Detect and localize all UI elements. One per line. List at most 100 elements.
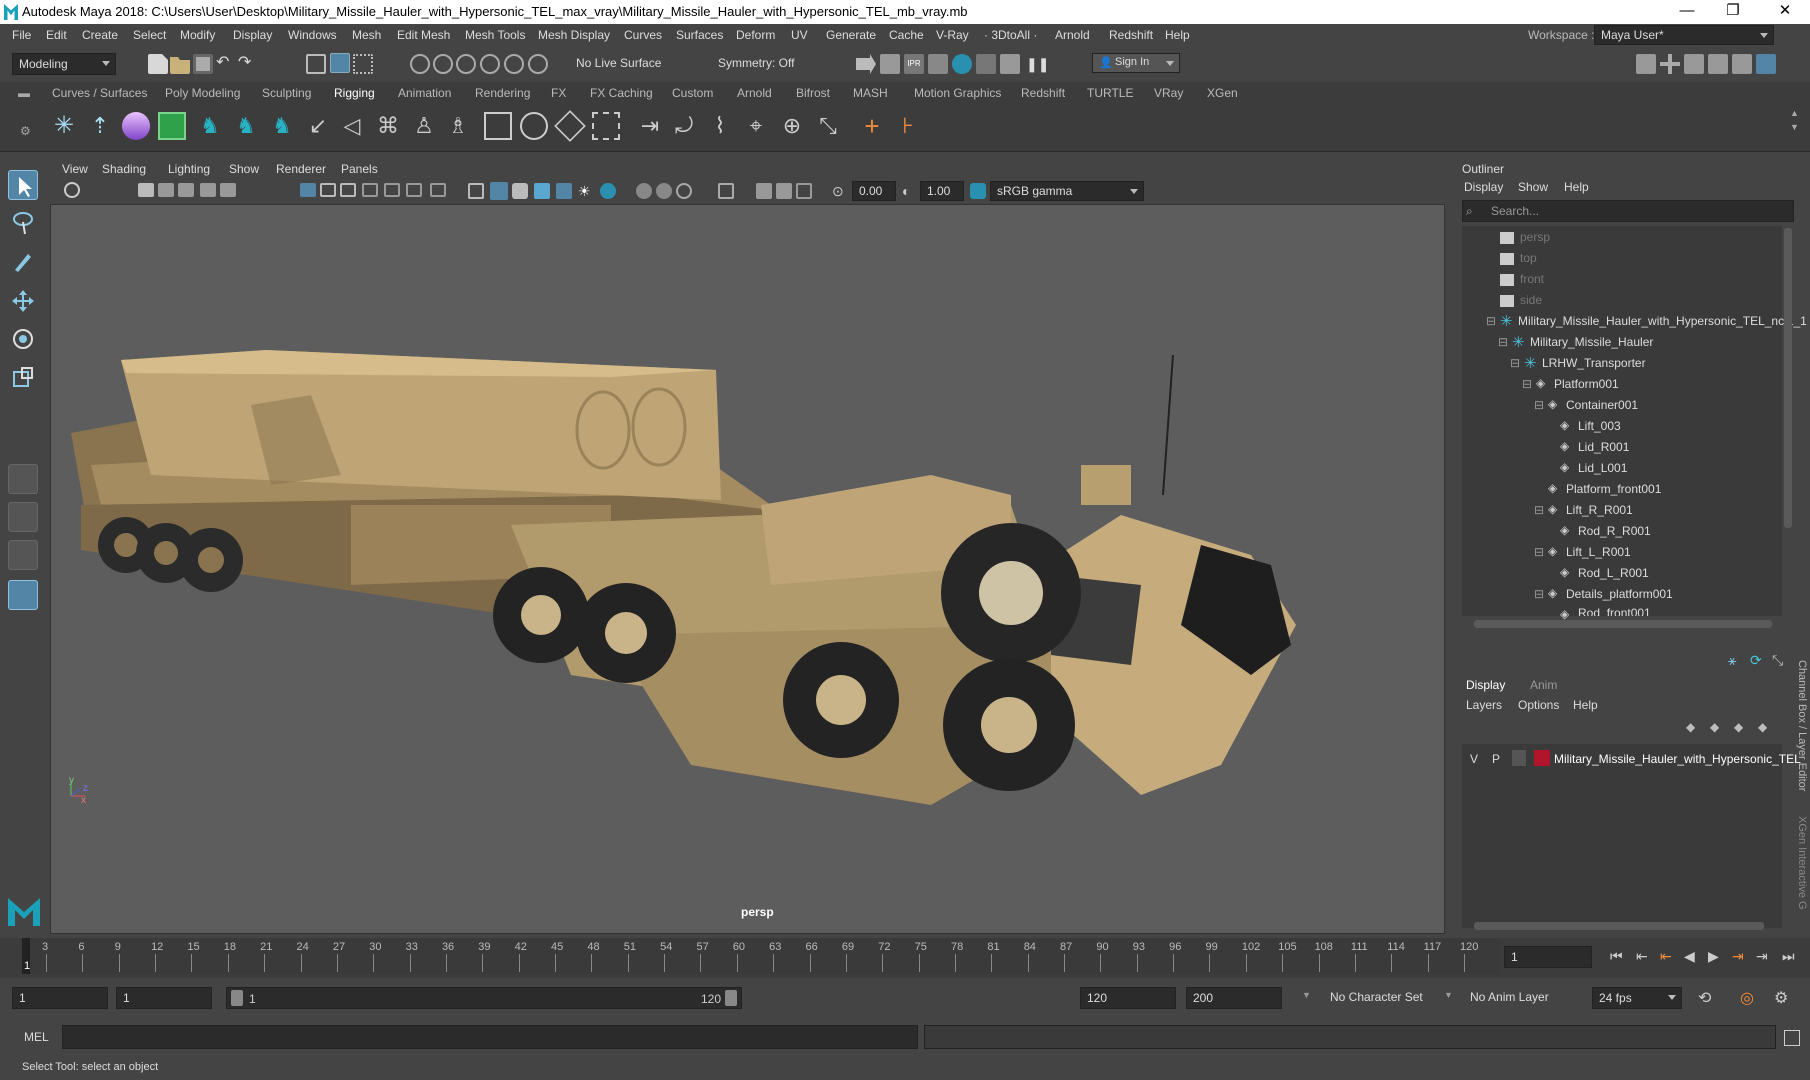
safe-action-icon[interactable]	[406, 183, 422, 197]
vp-menu-show[interactable]: Show	[229, 162, 259, 176]
character-set-chevron-icon[interactable]: ▼	[1302, 990, 1311, 1000]
shade-wireframe-icon[interactable]	[512, 183, 528, 199]
skin-bind-icon[interactable]	[122, 112, 150, 140]
lattice-icon[interactable]: ◁	[338, 112, 366, 140]
render-sequence-icon[interactable]	[880, 54, 900, 74]
play-backward-icon[interactable]: ◀	[1684, 948, 1695, 965]
constraint-parent-icon[interactable]	[592, 112, 620, 140]
tab-animation[interactable]: Animation	[398, 86, 451, 100]
hik-icon[interactable]: ♞	[196, 112, 224, 140]
constraint-point-icon[interactable]	[484, 112, 512, 140]
wire-icon[interactable]: ⌘	[374, 112, 402, 140]
camera-attributes-icon[interactable]	[64, 182, 80, 198]
outliner-item-lift-003[interactable]: Lift_003	[1578, 419, 1621, 433]
2d-pan-zoom-icon[interactable]	[200, 183, 216, 197]
animation-end-field[interactable]: 200	[1186, 987, 1282, 1009]
scale-tool-icon[interactable]	[8, 362, 38, 392]
joint-tool-icon[interactable]: ✳	[50, 112, 78, 140]
tab-custom[interactable]: Custom	[672, 86, 713, 100]
current-frame-field[interactable]: 1	[1504, 946, 1592, 968]
layer-menu-help[interactable]: Help	[1573, 698, 1598, 712]
new-layer-selected-icon[interactable]: ◆	[1758, 720, 1767, 734]
menu-file[interactable]: File	[12, 28, 31, 42]
hypershade-icon[interactable]	[952, 54, 972, 74]
tab-motion-graphics[interactable]: Motion Graphics	[914, 86, 1001, 100]
select-object-icon[interactable]	[330, 53, 350, 73]
four-view-layout-icon[interactable]	[8, 502, 38, 532]
snap-grid-icon[interactable]	[410, 54, 430, 74]
new-scene-icon[interactable]	[148, 54, 168, 74]
step-forward-frame-icon[interactable]: ⇥	[1732, 948, 1744, 965]
character-set-label[interactable]: No Character Set	[1330, 990, 1423, 1004]
gamma-icon[interactable]: ◐	[902, 183, 918, 199]
sign-in-dropdown[interactable]: 👤 Sign In	[1092, 53, 1180, 73]
outliner-item-top[interactable]: top	[1520, 251, 1537, 265]
tab-rendering[interactable]: Rendering	[475, 86, 530, 100]
loop-icon[interactable]: ⟲	[1698, 988, 1711, 1008]
playback-start-field[interactable]: 1	[116, 987, 212, 1009]
lights-icon[interactable]	[556, 183, 572, 199]
collapse-icon[interactable]: ⊟	[1534, 503, 1544, 517]
tab-xgen[interactable]: XGen	[1207, 86, 1238, 100]
resolution-gate-icon[interactable]	[340, 183, 356, 197]
menu-redshift[interactable]: Redshift	[1109, 28, 1153, 42]
layer-playback-toggle[interactable]: P	[1492, 752, 1500, 766]
exposure-field[interactable]: 0.00	[852, 181, 896, 201]
collapse-icon[interactable]: ⊟	[1510, 356, 1520, 370]
tab-bifrost[interactable]: Bifrost	[796, 86, 830, 100]
collapse-icon[interactable]: ⊟	[1498, 335, 1508, 349]
geometry-constraint-icon[interactable]: ⌇	[706, 112, 734, 140]
tool-toggle-icon[interactable]: ⤡	[1772, 652, 1783, 669]
grease-pencil-icon[interactable]	[220, 183, 236, 197]
command-input[interactable]	[62, 1025, 918, 1049]
step-forward-key-icon[interactable]: ⇥	[1756, 948, 1768, 965]
play-forward-icon[interactable]: ▶	[1708, 948, 1719, 965]
tab-fx-caching[interactable]: FX Caching	[590, 86, 653, 100]
range-slider[interactable]: 1 120	[226, 987, 742, 1009]
gate-mask-icon[interactable]	[362, 183, 378, 197]
outliner-item-lid-l001[interactable]: Lid_L001	[1578, 461, 1627, 475]
outliner-menu-help[interactable]: Help	[1564, 180, 1589, 194]
ik-handle-icon[interactable]: ⇡	[86, 112, 114, 140]
side-tab-channel-box[interactable]: Channel Box / Layer Editor	[1796, 660, 1808, 791]
menu-windows[interactable]: Windows	[288, 28, 337, 42]
mode-dropdown[interactable]: Modeling	[12, 53, 116, 75]
tab-anim[interactable]: Anim	[1530, 678, 1557, 692]
open-scene-icon[interactable]	[170, 57, 190, 74]
symmetry-label[interactable]: Symmetry: Off	[718, 56, 794, 70]
new-layer-icon[interactable]: ◆	[1734, 720, 1743, 734]
menu-display[interactable]: Display	[233, 28, 272, 42]
modeling-toolkit-icon[interactable]	[1636, 54, 1656, 74]
anti-alias-icon[interactable]	[656, 183, 672, 199]
command-language-label[interactable]: MEL	[24, 1030, 49, 1044]
outliner-item-details-platform[interactable]: Details_platform001	[1566, 587, 1673, 601]
script-editor-icon[interactable]	[1784, 1030, 1800, 1046]
depth-of-field-icon[interactable]	[676, 183, 692, 199]
locator-2-icon[interactable]: ⊦	[894, 112, 922, 140]
constraint-orient-icon[interactable]	[520, 112, 548, 140]
outliner-item-container[interactable]: Container001	[1566, 398, 1638, 412]
layer-menu-options[interactable]: Options	[1518, 698, 1559, 712]
menu-surfaces[interactable]: Surfaces	[676, 28, 723, 42]
vp-menu-panels[interactable]: Panels	[341, 162, 378, 176]
menu-3dtoall[interactable]: · 3DtoAll ·	[984, 28, 1037, 42]
menu-mesh-display[interactable]: Mesh Display	[538, 28, 610, 42]
select-hierarchy-icon[interactable]	[306, 54, 326, 74]
undo-icon[interactable]: ↶	[216, 54, 236, 74]
normal-constraint-icon[interactable]: ⌖	[742, 112, 770, 140]
locator-icon[interactable]: +	[858, 112, 886, 140]
paint-weights-icon[interactable]	[158, 112, 186, 140]
collapse-icon[interactable]: ⊟	[1534, 545, 1544, 559]
go-to-start-icon[interactable]: ⏮	[1610, 948, 1623, 965]
timeline-track[interactable]: 1 3 6 9 12 15 18 21 24 27 30 33 36 39 42 45 48 51 54 57 60 6…	[22, 938, 1500, 974]
time-slider[interactable]: 1 3 6 9 12 15 18 21 24 27 30 33 36 39 42 45 48 51 54 57 60 6…	[0, 938, 1810, 978]
outliner-item-front[interactable]: front	[1520, 272, 1544, 286]
render-current-icon[interactable]	[856, 54, 876, 74]
constraint-scale-icon[interactable]	[554, 110, 586, 142]
grid-icon[interactable]	[300, 183, 316, 197]
save-scene-icon[interactable]	[193, 54, 213, 74]
cluster-icon[interactable]: ↙	[304, 112, 332, 140]
shelf-settings-icon[interactable]: ⚙	[20, 124, 31, 138]
ambient-occlusion-icon[interactable]	[600, 183, 616, 199]
layer-name[interactable]: Military_Missile_Hauler_with_Hypersonic_…	[1554, 752, 1801, 766]
